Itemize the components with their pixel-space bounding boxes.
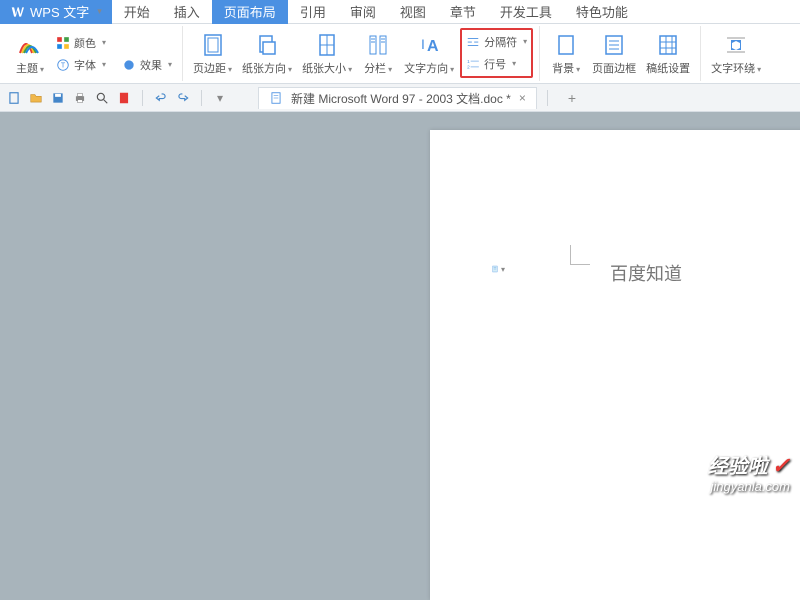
border-icon (601, 32, 627, 58)
add-tab-button[interactable]: + (568, 90, 576, 106)
save-icon[interactable] (50, 90, 66, 106)
columns-icon (365, 32, 391, 58)
columns-label: 分栏 (364, 63, 386, 75)
tab-page-layout[interactable]: 页面布局 (212, 0, 288, 24)
tab-review[interactable]: 审阅 (338, 0, 388, 24)
background-button[interactable]: 背景▾ (546, 30, 586, 78)
font-icon: T (56, 58, 70, 72)
document-page[interactable]: ▾ 百度知道 (430, 130, 800, 600)
border-label: 页面边框 (592, 60, 636, 76)
doc-icon (269, 91, 283, 105)
watermark: 经验啦✓ jingyanla.com (708, 450, 790, 494)
wrap-label: 文字环绕 (711, 63, 755, 75)
breaks-highlight: 分隔符▾ 12 行号▾ (460, 28, 533, 78)
effect-button[interactable]: 效果▾ (118, 55, 176, 75)
manuscript-label: 稿纸设置 (646, 60, 690, 76)
effect-icon (122, 58, 136, 72)
page-side-icon[interactable]: ▾ (491, 260, 505, 278)
direction-icon: IA (416, 32, 442, 58)
margins-button[interactable]: 页边距▾ (189, 30, 236, 78)
color-label: 颜色 (74, 35, 96, 51)
ribbon: 主题▾ 颜色▾ T 字体▾ 效果▾ 页边距▾ (0, 24, 800, 84)
svg-text:T: T (61, 62, 66, 69)
size-label: 纸张大小 (302, 63, 346, 75)
breaks-label: 分隔符 (484, 34, 517, 50)
close-icon[interactable]: × (519, 91, 526, 105)
page-body-text: 百度知道 (610, 260, 682, 286)
svg-text:A: A (427, 38, 439, 55)
size-icon (314, 32, 340, 58)
theme-icon (17, 32, 43, 58)
columns-button[interactable]: 分栏▾ (358, 30, 398, 78)
print-icon[interactable] (72, 90, 88, 106)
svg-text:I: I (421, 36, 425, 52)
color-icon (56, 36, 70, 50)
redo-icon[interactable] (175, 90, 191, 106)
theme-label: 主题 (16, 63, 38, 75)
tab-special[interactable]: 特色功能 (564, 0, 640, 24)
line-number-button[interactable]: 12 行号▾ (462, 54, 531, 74)
line-number-icon: 12 (466, 57, 480, 71)
margin-corner-mark (570, 245, 590, 265)
effect-label: 效果 (140, 57, 162, 73)
tab-view[interactable]: 视图 (388, 0, 438, 24)
tab-start[interactable]: 开始 (112, 0, 162, 24)
direction-label: 文字方向 (404, 63, 448, 75)
orientation-icon (254, 32, 280, 58)
manuscript-icon (655, 32, 681, 58)
watermark-url: jingyanla.com (708, 479, 790, 494)
menu-tabs: 开始 插入 页面布局 引用 审阅 视图 章节 开发工具 特色功能 (112, 0, 640, 24)
theme-group: 主题▾ 颜色▾ T 字体▾ 效果▾ (4, 26, 183, 81)
app-logo-icon (10, 5, 24, 19)
workspace: ▾ 百度知道 经验啦✓ jingyanla.com (0, 112, 800, 500)
app-dropdown-icon: ▾ (97, 6, 102, 17)
orientation-label: 纸张方向 (242, 63, 286, 75)
svg-text:2: 2 (467, 64, 470, 69)
app-badge[interactable]: WPS 文字 ▾ (0, 0, 112, 24)
border-button[interactable]: 页面边框 (588, 30, 640, 78)
breaks-icon (466, 35, 480, 49)
tab-devtools[interactable]: 开发工具 (488, 0, 564, 24)
tab-chapter[interactable]: 章节 (438, 0, 488, 24)
manuscript-button[interactable]: 稿纸设置 (642, 30, 694, 78)
open-icon[interactable] (28, 90, 44, 106)
tab-insert[interactable]: 插入 (162, 0, 212, 24)
undo-icon[interactable] (153, 90, 169, 106)
pdf-icon[interactable] (116, 90, 132, 106)
font-label: 字体 (74, 57, 96, 73)
quick-access-toolbar: ▾ 新建 Microsoft Word 97 - 2003 文档.doc * ×… (0, 84, 800, 112)
color-button[interactable]: 颜色▾ (52, 33, 176, 53)
document-tab[interactable]: 新建 Microsoft Word 97 - 2003 文档.doc * × (258, 87, 537, 109)
margins-label: 页边距 (193, 63, 226, 75)
check-icon: ✓ (772, 453, 790, 478)
direction-button[interactable]: IA 文字方向▾ (400, 30, 458, 78)
background-label: 背景 (552, 63, 574, 75)
orientation-button[interactable]: 纸张方向▾ (238, 30, 296, 78)
tab-references[interactable]: 引用 (288, 0, 338, 24)
app-name: WPS 文字 (30, 2, 89, 21)
line-number-label: 行号 (484, 56, 506, 72)
new-icon[interactable] (6, 90, 22, 106)
wrap-button[interactable]: 文字环绕▾ (707, 30, 765, 78)
breaks-button[interactable]: 分隔符▾ (462, 32, 531, 52)
doc-title: 新建 Microsoft Word 97 - 2003 文档.doc * (291, 90, 511, 107)
wrap-icon (723, 32, 749, 58)
size-button[interactable]: 纸张大小▾ (298, 30, 356, 78)
margins-icon (200, 32, 226, 58)
qat-customize-icon[interactable]: ▾ (212, 90, 228, 106)
svg-text:1: 1 (467, 58, 470, 63)
preview-icon[interactable] (94, 90, 110, 106)
font-button[interactable]: T 字体▾ (52, 55, 110, 75)
theme-button[interactable]: 主题▾ (10, 30, 50, 78)
background-icon (553, 32, 579, 58)
watermark-title: 经验啦 (708, 456, 768, 478)
